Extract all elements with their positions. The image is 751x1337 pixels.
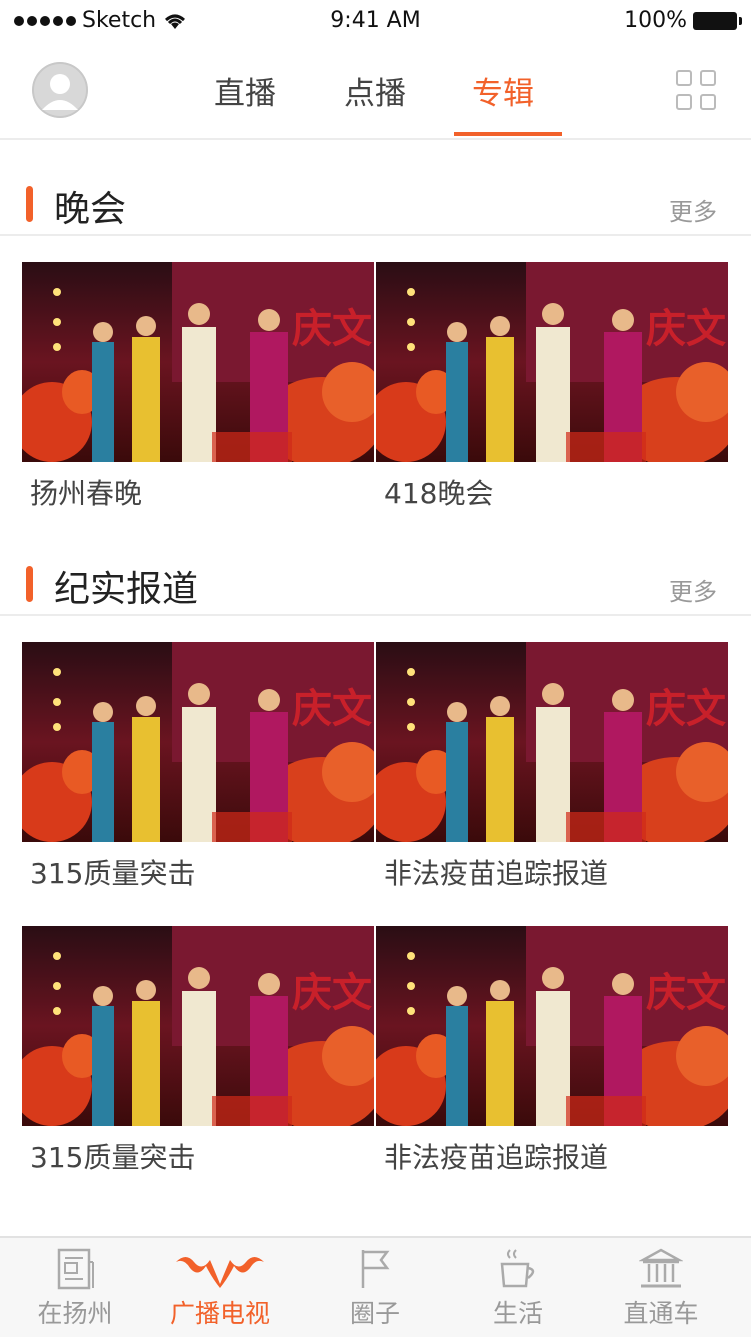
flag-icon <box>361 1250 390 1288</box>
tab-label: 广播电视 <box>169 1299 270 1328</box>
album-title: 非法疫苗追踪报道 <box>384 857 609 890</box>
tab-life[interactable]: 生活 <box>443 1238 593 1337</box>
section-header-gala: 晚会 更多 <box>0 170 751 236</box>
album-title: 扬州春晚 <box>30 477 143 510</box>
album-card[interactable]: 扬州春晚 <box>22 262 374 510</box>
tab-albums[interactable]: 专辑 <box>472 68 534 113</box>
broadcast-logo-icon <box>176 1257 264 1288</box>
more-link[interactable]: 更多 <box>669 572 717 607</box>
top-nav: 直播 点播 专辑 <box>0 44 751 140</box>
section-header-documentary: 纪实报道 更多 <box>0 550 751 616</box>
album-thumbnail <box>376 926 728 1126</box>
tab-on-demand[interactable]: 点播 <box>344 68 406 113</box>
album-card[interactable]: 非法疫苗追踪报道 <box>376 926 728 1174</box>
album-card[interactable]: 315质量突击 <box>22 642 374 890</box>
tab-yangzhou[interactable]: 在扬州 <box>0 1238 150 1337</box>
album-title: 非法疫苗追踪报道 <box>384 1141 609 1174</box>
battery-percent: 100% <box>624 8 687 33</box>
battery-status: 100% <box>624 8 742 33</box>
section-accent-bar <box>26 566 33 602</box>
active-tab-indicator <box>454 132 562 136</box>
album-thumbnail <box>22 642 374 842</box>
tab-label: 直通车 <box>623 1299 699 1328</box>
album-card[interactable]: 418晚会 <box>376 262 728 510</box>
album-thumbnail <box>376 262 728 462</box>
album-thumbnail <box>376 642 728 842</box>
album-title: 418晚会 <box>384 477 494 510</box>
section-accent-bar <box>26 186 33 222</box>
bottom-tab-bar: 在扬州 广播电视 圈子 生活 直通车 <box>0 1236 751 1337</box>
tab-label: 圈子 <box>349 1299 400 1328</box>
album-title: 315质量突击 <box>30 857 196 890</box>
tab-express[interactable]: 直通车 <box>586 1238 736 1337</box>
avatar[interactable] <box>32 62 88 118</box>
tab-live[interactable]: 直播 <box>214 68 276 113</box>
album-thumbnail <box>22 926 374 1126</box>
section-title: 纪实报道 <box>54 569 199 610</box>
section-title: 晚会 <box>54 189 127 230</box>
tab-broadcast-tv[interactable]: 广播电视 <box>145 1238 295 1337</box>
album-card[interactable]: 315质量突击 <box>22 926 374 1174</box>
more-link[interactable]: 更多 <box>669 192 717 227</box>
tab-circle[interactable]: 圈子 <box>300 1238 450 1337</box>
coffee-cup-icon <box>500 1249 535 1288</box>
battery-icon <box>693 11 742 30</box>
album-card[interactable]: 非法疫苗追踪报道 <box>376 642 728 890</box>
tab-label: 生活 <box>492 1299 543 1328</box>
government-building-icon <box>639 1248 683 1288</box>
user-icon <box>32 62 88 118</box>
grid-menu-icon[interactable] <box>676 70 716 110</box>
newspaper-icon <box>57 1248 94 1290</box>
album-thumbnail <box>22 262 374 462</box>
album-title: 315质量突击 <box>30 1141 196 1174</box>
status-bar: Sketch 9:41 AM 100% <box>0 0 751 44</box>
tab-label: 在扬州 <box>37 1299 113 1328</box>
